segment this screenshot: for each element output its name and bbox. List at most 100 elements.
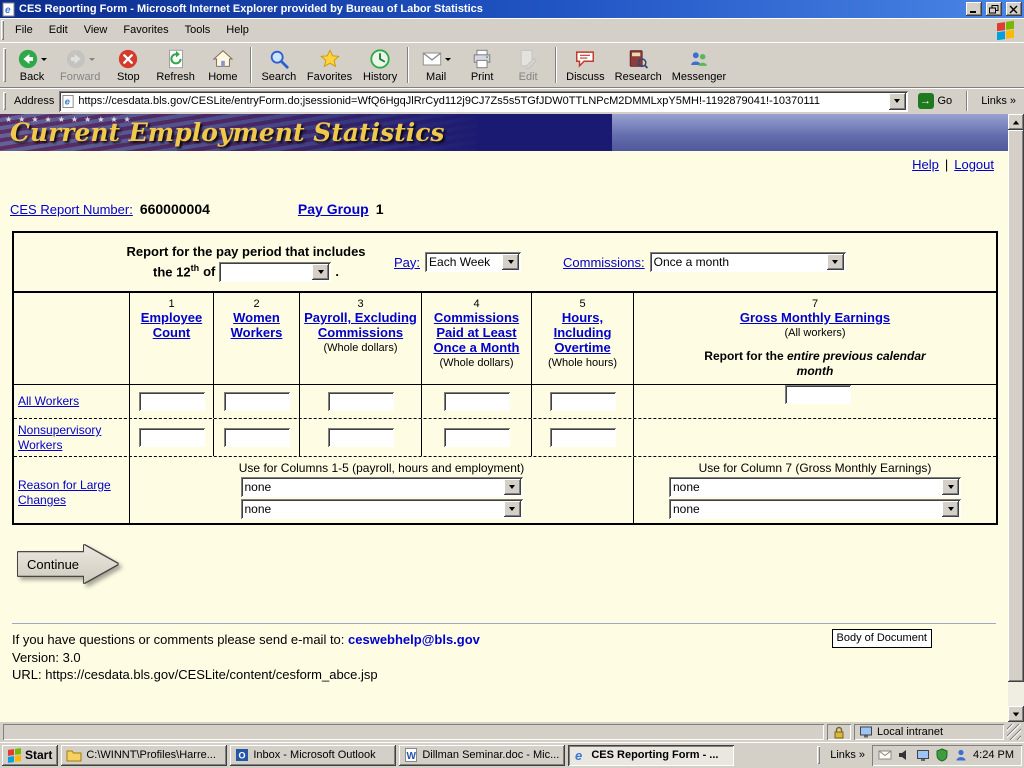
start-button[interactable]: Start <box>2 745 58 766</box>
commissions-link[interactable]: Commissions: <box>563 255 645 270</box>
intranet-zone-icon <box>859 725 873 739</box>
research-button[interactable]: Research <box>610 44 667 86</box>
svg-text:O: O <box>239 751 246 761</box>
go-button[interactable]: → Go <box>913 90 958 112</box>
scrollbar-thumb[interactable] <box>1008 130 1024 682</box>
stop-button[interactable]: Stop <box>105 44 151 86</box>
tray-volume-icon[interactable] <box>897 748 911 762</box>
resize-grip[interactable] <box>1007 724 1021 740</box>
mail-button[interactable]: Mail <box>413 44 459 86</box>
task-button-outlook[interactable]: O Inbox - Microsoft Outlook <box>230 745 396 766</box>
tray-network-icon[interactable] <box>916 748 930 762</box>
menu-view[interactable]: View <box>76 20 116 40</box>
logout-link[interactable]: Logout <box>954 157 994 172</box>
pay-link[interactable]: Pay: <box>394 255 420 270</box>
restore-button[interactable] <box>986 2 1002 16</box>
minimize-button[interactable] <box>966 2 982 16</box>
reason-cols1-5-select-1[interactable]: none <box>241 477 523 497</box>
commissions-paid-link[interactable]: Commissions Paid at Least Once a Month <box>424 311 529 356</box>
favorites-button[interactable]: Favorites <box>302 44 357 86</box>
all-workers-hours-input[interactable] <box>550 392 616 411</box>
task-button-word[interactable]: W Dillman Seminar.doc - Mic... <box>399 745 565 766</box>
restore-icon <box>989 5 999 14</box>
reason-col7-select-2[interactable]: none <box>669 499 961 519</box>
address-dropdown-button[interactable] <box>889 93 906 110</box>
discuss-icon <box>574 48 596 70</box>
commissions-frequency-select[interactable]: Once a month <box>650 252 846 272</box>
nonsupervisory-commissions-input[interactable] <box>444 428 510 447</box>
page-title: Current Employment Statistics <box>0 118 445 147</box>
toolbar-grip[interactable] <box>3 92 6 110</box>
back-button[interactable]: Back <box>9 44 55 86</box>
menu-help[interactable]: Help <box>218 20 257 40</box>
help-link[interactable]: Help <box>912 157 939 172</box>
search-button[interactable]: Search <box>256 44 302 86</box>
nonsupervisory-hours-input[interactable] <box>550 428 616 447</box>
nonsupervisory-women-workers-input[interactable] <box>224 428 290 447</box>
women-workers-link[interactable]: Women Workers <box>216 311 297 341</box>
pay-group-link[interactable]: Pay Group <box>298 201 369 217</box>
toolbar-grip[interactable] <box>3 48 6 82</box>
menu-tools[interactable]: Tools <box>177 20 219 40</box>
chevron-down-icon <box>504 479 521 495</box>
svg-text:e: e <box>65 96 70 106</box>
tray-mail-icon[interactable] <box>878 748 892 762</box>
refresh-button[interactable]: Refresh <box>151 44 200 86</box>
chevron-down-icon <box>89 58 95 61</box>
close-button[interactable] <box>1006 2 1022 16</box>
messenger-button[interactable]: Messenger <box>667 44 731 86</box>
toolbar-separator <box>250 47 252 83</box>
all-workers-commissions-input[interactable] <box>444 392 510 411</box>
reason-columns-1-5-cell: Use for Columns 1-5 (payroll, hours and … <box>130 457 634 523</box>
payroll-link[interactable]: Payroll, Excluding Commissions <box>302 311 419 341</box>
ie-icon: e <box>573 748 587 762</box>
tray-messenger-icon[interactable] <box>954 748 968 762</box>
links-toolbar[interactable]: Links » <box>977 95 1020 107</box>
home-button[interactable]: Home <box>200 44 246 86</box>
all-workers-gross-earnings-input[interactable] <box>785 385 851 404</box>
all-workers-women-workers-input[interactable] <box>224 392 290 411</box>
menu-favorites[interactable]: Favorites <box>115 20 176 40</box>
edit-button[interactable]: Edit <box>505 44 551 86</box>
taskbar-links-toolbar[interactable]: Links » <box>826 749 869 761</box>
scroll-down-button[interactable] <box>1008 706 1024 722</box>
task-button-ces-form[interactable]: e CES Reporting Form - ... <box>568 745 734 766</box>
body-of-document-marker: Body of Document <box>832 629 933 648</box>
pay-frequency-select[interactable]: Each Week <box>425 252 521 272</box>
scrollbar-track[interactable] <box>1008 130 1024 706</box>
address-input[interactable]: e https://cesdata.bls.gov/CESLite/entryF… <box>59 91 907 112</box>
continue-button[interactable]: Continue <box>18 545 118 583</box>
history-button[interactable]: History <box>357 44 403 86</box>
nonsupervisory-payroll-input[interactable] <box>328 428 394 447</box>
nonsupervisory-employee-count-input[interactable] <box>139 428 205 447</box>
nav-divider: | <box>945 157 948 172</box>
taskbar-right: Links » <box>816 745 1022 766</box>
menu-file[interactable]: File <box>7 20 41 40</box>
task-button-folder[interactable]: C:\WINNT\Profiles\Harre... <box>61 745 227 766</box>
nonsupervisory-workers-link[interactable]: Nonsupervisory Workers <box>18 423 129 452</box>
tray-antivirus-icon[interactable] <box>935 748 949 762</box>
contact-email-link[interactable]: ceswebhelp@bls.gov <box>348 632 480 647</box>
menu-edit[interactable]: Edit <box>41 20 76 40</box>
scroll-up-button[interactable] <box>1008 114 1024 130</box>
toolbar-grip[interactable] <box>1 20 4 39</box>
employee-count-link[interactable]: Employee Count <box>132 311 211 341</box>
gross-monthly-earnings-link[interactable]: Gross Monthly Earnings <box>740 311 890 326</box>
all-workers-payroll-input[interactable] <box>328 392 394 411</box>
reason-col7-select-1[interactable]: none <box>669 477 961 497</box>
pay-period-section: Report for the pay period that includes … <box>14 233 996 293</box>
print-button[interactable]: Print <box>459 44 505 86</box>
toolbar-grip[interactable] <box>817 746 820 764</box>
reason-for-large-changes-link[interactable]: Reason for Large Changes <box>18 478 127 507</box>
pay-period-date-select[interactable] <box>219 262 331 282</box>
ces-report-number-link[interactable]: CES Report Number: <box>10 202 133 217</box>
forward-button[interactable]: Forward <box>55 44 105 86</box>
taskbar-clock[interactable]: 4:24 PM <box>973 749 1014 761</box>
all-workers-employee-count-input[interactable] <box>139 392 205 411</box>
status-bar: Local intranet <box>0 722 1024 742</box>
hours-link[interactable]: Hours, Including Overtime <box>534 311 631 356</box>
reason-cols1-5-select-2[interactable]: none <box>241 499 523 519</box>
home-icon <box>212 48 234 70</box>
all-workers-link[interactable]: All Workers <box>18 394 79 408</box>
discuss-button[interactable]: Discuss <box>561 44 610 86</box>
